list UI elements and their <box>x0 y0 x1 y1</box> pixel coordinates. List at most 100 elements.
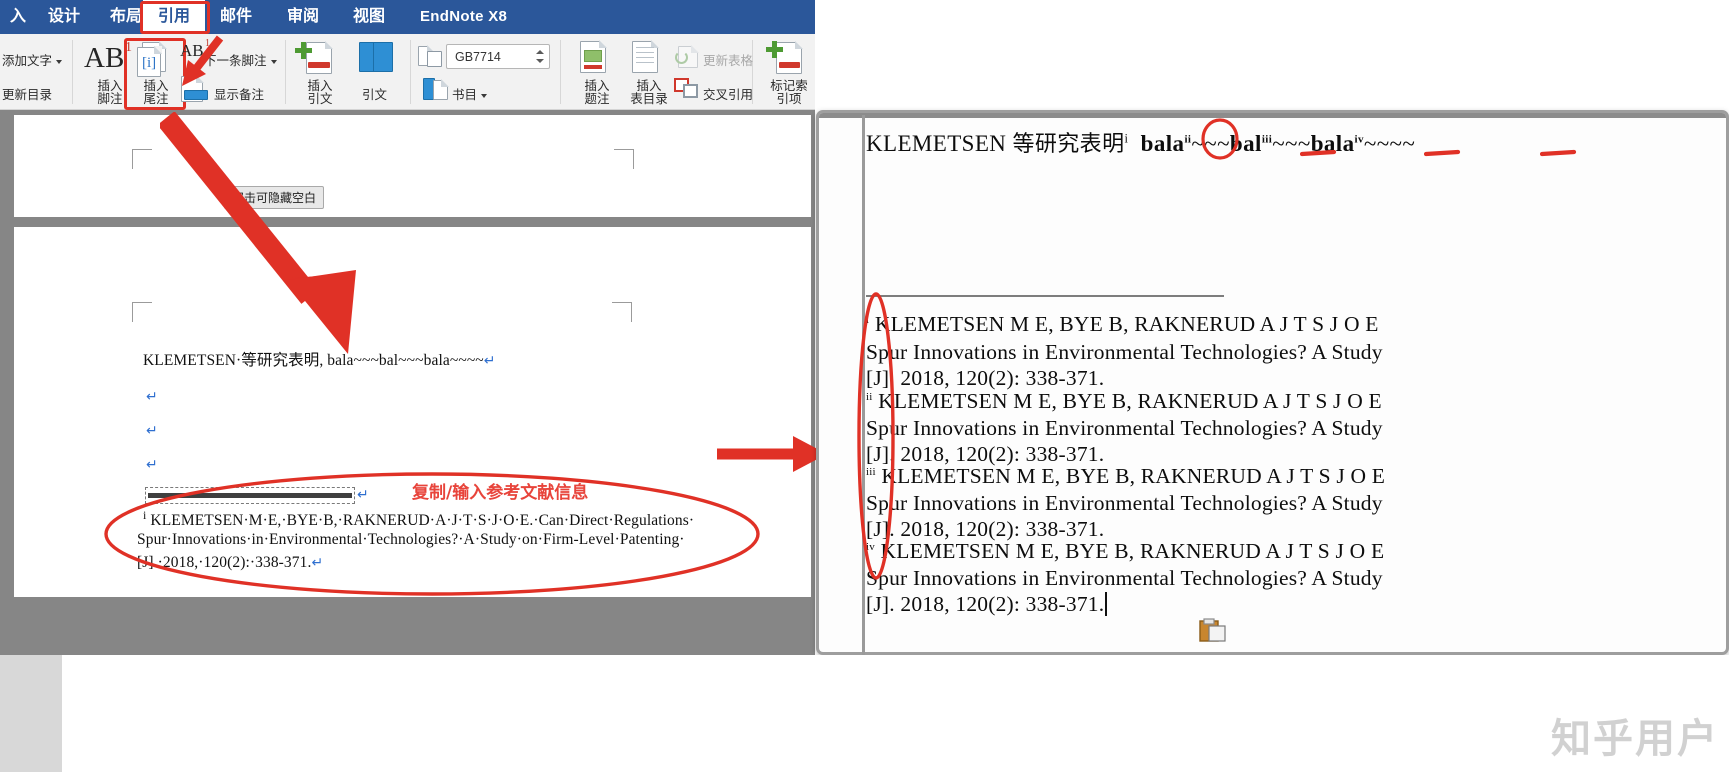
mark-entry-label-1: 标记索 <box>770 79 808 93</box>
insert-footnote-label-1: 插入 <box>97 79 123 93</box>
bibliography-button[interactable]: 书目 <box>452 84 488 103</box>
ribbon-tab-strip: 入 设计 布局 引用 邮件 审阅 视图 EndNote X8 <box>0 0 815 34</box>
endnote-4-marker[interactable]: iv <box>866 541 875 553</box>
mark-entry-icon[interactable] <box>766 40 804 78</box>
stepper-icon[interactable] <box>534 47 546 65</box>
endnote-2-marker[interactable]: ii <box>866 391 873 403</box>
margin-corner-icon <box>614 149 634 169</box>
insert-endnote-button[interactable]: 插入 尾注 <box>128 80 184 106</box>
tab-references[interactable]: 引用 <box>143 0 205 34</box>
insert-caption-icon[interactable] <box>578 40 610 76</box>
insert-citation-icon[interactable] <box>295 40 338 78</box>
insert-table-of-figures-icon[interactable] <box>630 40 662 76</box>
panel-heading-line[interactable]: KLEMETSEN 等研究表明i balaii~~~baliii~~~balai… <box>866 126 1415 158</box>
show-notes-button[interactable]: 显示备注 <box>214 84 264 103</box>
endnote-1-line-2[interactable]: Spur Innovations in Environmental Techno… <box>866 340 1383 365</box>
panel-heading-bala-1: bala <box>1140 131 1185 156</box>
document-page-previous[interactable] <box>14 115 811 217</box>
chevron-down-icon <box>56 59 63 64</box>
bibliography-icon[interactable] <box>423 78 449 102</box>
insert-table-of-figures-button[interactable]: 插入 表目录 <box>622 80 676 106</box>
tab-review[interactable]: 审阅 <box>277 0 329 34</box>
insert-endnote-label-1: 插入 <box>143 79 169 93</box>
endnote-marker-1[interactable]: i <box>1124 131 1128 145</box>
endnote-3-line-2[interactable]: Spur Innovations in Environmental Techno… <box>866 491 1383 516</box>
update-table-button: 更新表格 <box>703 50 753 69</box>
panel-left-rule <box>862 115 865 655</box>
show-notes-icon[interactable] <box>181 75 211 102</box>
margin-corner-icon <box>132 302 152 322</box>
update-table-label: 更新表格 <box>703 54 754 68</box>
panel-heading-bala-2: bal <box>1229 131 1262 156</box>
endnote-entry-4[interactable]: iv KLEMETSEN M E, BYE B, RAKNERUD A J T … <box>866 539 1384 564</box>
hide-whitespace-tooltip[interactable]: 双击可隐藏空白 <box>224 186 325 209</box>
citation-style-dropdown[interactable]: GB7714 <box>446 44 550 69</box>
paragraph-mark: ↵ <box>357 486 369 502</box>
insert-citation-label-1: 插入 <box>307 79 333 93</box>
panel-heading-chinese: 等研究表明 <box>1012 132 1125 157</box>
insert-tof-label-2: 表目录 <box>630 92 668 106</box>
margin-corner-icon <box>132 149 152 169</box>
body-prefix: KLEMETSEN· <box>143 352 242 369</box>
cross-reference-button[interactable]: 交叉引用 <box>703 84 753 103</box>
endnote-1-marker[interactable]: i <box>866 314 869 326</box>
endnote-entry-3[interactable]: iii KLEMETSEN M E, BYE B, RAKNERUD A J T… <box>866 464 1385 489</box>
insert-citation-button[interactable]: 插入 引文 <box>293 80 347 106</box>
paste-options-icon[interactable] <box>1198 618 1228 642</box>
reference-line-1[interactable]: i KLEMETSEN·M·E,·BYE·B,·RAKNERUD·A·J·T·S… <box>143 508 694 530</box>
endnote-entry-1[interactable]: i KLEMETSEN M E, BYE B, RAKNERUD A J T S… <box>866 312 1379 337</box>
next-footnote-button[interactable]: 下一条脚注 <box>204 50 277 69</box>
tilde-2: ~~~ <box>1272 131 1311 156</box>
group-divider <box>72 40 73 104</box>
mark-entry-button[interactable]: 标记索 引项 <box>762 80 816 106</box>
insert-footnote-label-2: 脚注 <box>97 92 123 106</box>
endnote-separator-rule <box>866 295 1224 297</box>
paragraph-mark: ↵ <box>311 554 324 570</box>
group-divider <box>560 40 561 104</box>
insert-endnote-icon[interactable]: [i] <box>136 41 176 78</box>
bibliography-label: 书目 <box>452 88 478 102</box>
insert-footnote-icon[interactable]: AB 1 <box>84 40 136 76</box>
tab-mailings[interactable]: 邮件 <box>210 0 262 34</box>
manage-sources-icon[interactable] <box>357 40 401 76</box>
add-text-button[interactable]: 添加文字 <box>2 50 63 69</box>
endnote-3-line-1: KLEMETSEN M E, BYE B, RAKNERUD A J T S J… <box>881 464 1386 488</box>
endnote-4-line-3-text: [J]. 2018, 120(2): 338-371. <box>866 592 1105 616</box>
tab-view[interactable]: 视图 <box>343 0 395 34</box>
endnote-3-marker[interactable]: iii <box>866 466 876 478</box>
tab-design[interactable]: 设计 <box>38 0 90 34</box>
endnote-marker-4[interactable]: iv <box>1355 133 1364 145</box>
canvas-bottom-left-strip <box>0 655 62 772</box>
reference-line-2[interactable]: Spur·Innovations·in·Environmental·Techno… <box>137 531 685 549</box>
endnote-4-line-1: KLEMETSEN M E, BYE B, RAKNERUD A J T S J… <box>880 539 1385 563</box>
endnote-entry-2[interactable]: ii KLEMETSEN M E, BYE B, RAKNERUD A J T … <box>866 389 1382 414</box>
citation-style-value: GB7714 <box>455 49 501 64</box>
endnote-4-line-3[interactable]: [J]. 2018, 120(2): 338-371. <box>866 592 1113 617</box>
insert-caption-button[interactable]: 插入 题注 <box>572 80 622 106</box>
show-notes-label: 显示备注 <box>214 88 265 102</box>
group-divider <box>410 40 411 104</box>
tab-insert[interactable]: 入 <box>0 0 36 34</box>
update-toc-label: 更新目录 <box>2 88 53 102</box>
document-body-paragraph[interactable]: KLEMETSEN·等研究表明, bala~~~bal~~~bala~~~~↵ <box>143 348 496 370</box>
empty-paragraph-mark: ↵ <box>146 456 158 472</box>
endnote-2-line-2[interactable]: Spur Innovations in Environmental Techno… <box>866 416 1383 441</box>
annotation-copy-reference: 复制/输入参考文献信息 <box>412 483 589 503</box>
update-toc-button[interactable]: 更新目录 <box>2 84 52 103</box>
add-text-label: 添加文字 <box>2 54 53 68</box>
endnote-separator-selection[interactable] <box>145 487 355 504</box>
tab-endnote-x8[interactable]: EndNote X8 <box>410 0 517 34</box>
manage-sources-button[interactable]: 引文 <box>362 84 387 103</box>
endnote-4-line-2[interactable]: Spur Innovations in Environmental Techno… <box>866 566 1383 591</box>
reference-line-3[interactable]: [J].·2018,·120(2):·338-371.↵ <box>137 554 323 572</box>
endnote-1-line-3[interactable]: [J]. 2018, 120(2): 338-371. <box>866 366 1104 391</box>
tilde-3: ~~~~ <box>1363 131 1416 156</box>
panel-title-bar <box>819 113 1726 118</box>
cross-reference-icon[interactable] <box>674 78 700 100</box>
insert-tof-label-1: 插入 <box>636 79 662 93</box>
endnote-marker-3[interactable]: iii <box>1262 133 1272 145</box>
empty-paragraph-mark: ↵ <box>146 388 158 404</box>
margin-corner-icon <box>612 302 632 322</box>
chevron-down-icon <box>481 93 488 98</box>
word-ribbon: 入 设计 布局 引用 邮件 审阅 视图 EndNote X8 添加文字 更新目录 <box>0 0 815 110</box>
